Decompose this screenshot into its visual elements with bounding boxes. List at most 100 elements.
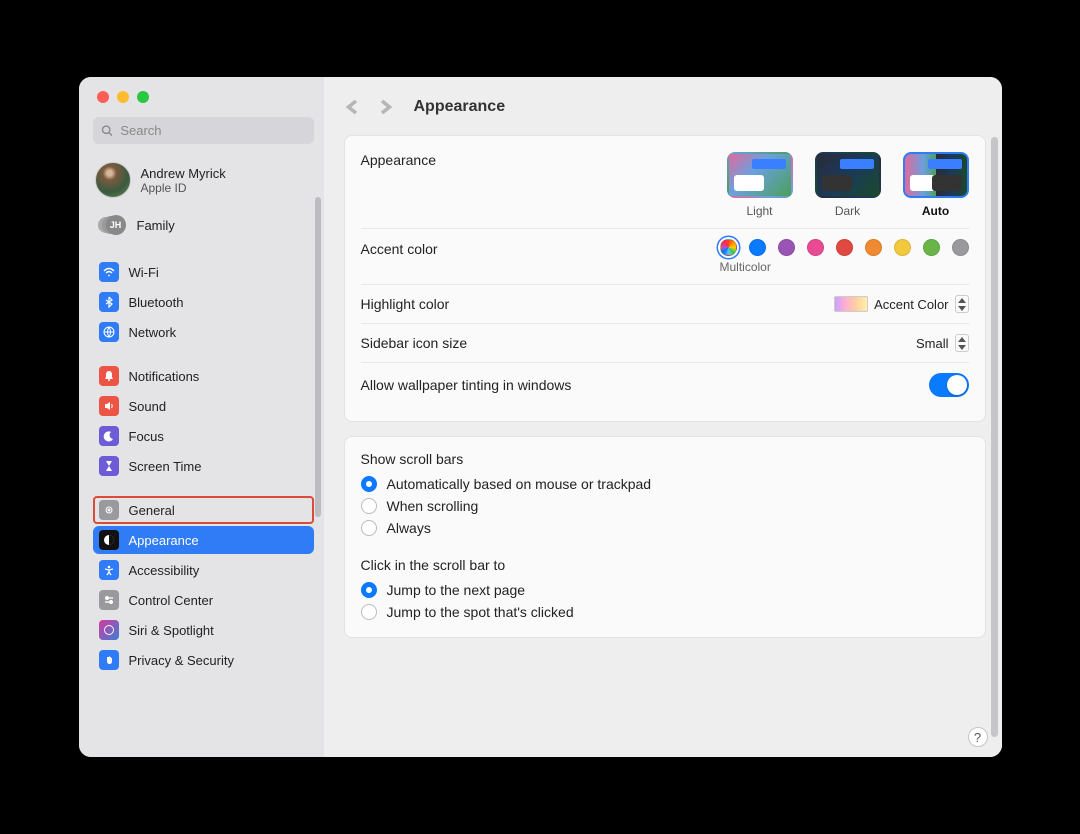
siri-icon	[99, 620, 119, 640]
wifi-icon	[99, 262, 119, 282]
stepper-icon	[955, 295, 969, 313]
main-scrollbar[interactable]	[991, 137, 998, 737]
family-row[interactable]: JH Family	[93, 210, 314, 240]
page-title: Appearance	[414, 98, 506, 116]
scroll-opt-auto[interactable]: Automatically based on mouse or trackpad	[361, 473, 969, 495]
theme-options: Light Dark Auto	[727, 152, 969, 218]
sidebar-item-appearance[interactable]: Appearance	[93, 526, 314, 554]
sidebar-icon-label: Sidebar icon size	[361, 335, 468, 351]
minimize-window-button[interactable]	[117, 91, 129, 103]
radio-icon	[361, 520, 377, 536]
sidebar-scrollbar[interactable]	[315, 197, 321, 517]
sidebar-item-sound[interactable]: Sound	[93, 392, 314, 420]
accent-green[interactable]	[923, 239, 940, 256]
sidebar-item-focus[interactable]: Focus	[93, 422, 314, 450]
sidebar-item-label: Accessibility	[129, 563, 200, 578]
accent-purple[interactable]	[778, 239, 795, 256]
sidebar-item-privacy[interactable]: Privacy & Security	[93, 646, 314, 674]
sidebar-item-label: Notifications	[129, 369, 200, 384]
sidebar-item-label: Siri & Spotlight	[129, 623, 214, 638]
sidebar: Andrew Myrick Apple ID JH Family Wi-Fi B…	[79, 77, 324, 757]
help-button[interactable]: ?	[968, 727, 988, 747]
window-controls	[93, 91, 314, 103]
accent-orange[interactable]	[865, 239, 882, 256]
click-opt-spot[interactable]: Jump to the spot that's clicked	[361, 601, 969, 623]
accent-swatches	[720, 239, 969, 256]
sidebar-item-accessibility[interactable]: Accessibility	[93, 556, 314, 584]
accent-blue[interactable]	[749, 239, 766, 256]
sidebar-item-label: Privacy & Security	[129, 653, 234, 668]
tinting-label: Allow wallpaper tinting in windows	[361, 377, 572, 393]
sidebar-item-wifi[interactable]: Wi-Fi	[93, 258, 314, 286]
accent-pink[interactable]	[807, 239, 824, 256]
highlight-select[interactable]: Accent Color	[834, 295, 968, 313]
appearance-icon	[99, 530, 119, 550]
user-avatar	[95, 162, 131, 198]
zoom-window-button[interactable]	[137, 91, 149, 103]
sidebar-item-bluetooth[interactable]: Bluetooth	[93, 288, 314, 316]
theme-auto[interactable]: Auto	[903, 152, 969, 218]
appearance-label: Appearance	[361, 152, 437, 168]
moon-icon	[99, 426, 119, 446]
search-input[interactable]	[118, 122, 305, 139]
forward-button[interactable]	[376, 98, 394, 116]
accent-multicolor[interactable]	[720, 239, 737, 256]
scroll-panel: Show scroll bars Automatically based on …	[344, 436, 986, 638]
gear-icon	[99, 500, 119, 520]
sidebar-item-label: Bluetooth	[129, 295, 184, 310]
sidebar-item-notifications[interactable]: Notifications	[93, 362, 314, 390]
radio-icon	[361, 582, 377, 598]
sidebar-item-control-center[interactable]: Control Center	[93, 586, 314, 614]
network-icon	[99, 322, 119, 342]
sidebar-item-siri[interactable]: Siri & Spotlight	[93, 616, 314, 644]
theme-light[interactable]: Light	[727, 152, 793, 218]
sidebar-item-label: General	[129, 503, 175, 518]
scroll-opt-always[interactable]: Always	[361, 517, 969, 539]
sidebar-item-label: Control Center	[129, 593, 214, 608]
radio-icon	[361, 476, 377, 492]
sidebar-item-screentime[interactable]: Screen Time	[93, 452, 314, 480]
appearance-panel: Appearance Light Dark Auto	[344, 135, 986, 422]
sidebar-item-label: Appearance	[129, 533, 199, 548]
titlebar: Appearance	[344, 87, 986, 127]
stepper-icon	[955, 334, 969, 352]
theme-light-thumb	[727, 152, 793, 198]
accent-graphite[interactable]	[952, 239, 969, 256]
main-content: Appearance Appearance Light Dark	[324, 77, 1002, 757]
accent-red[interactable]	[836, 239, 853, 256]
back-button[interactable]	[344, 98, 362, 116]
accent-yellow[interactable]	[894, 239, 911, 256]
tinting-toggle[interactable]	[929, 373, 969, 397]
sidebar-item-general[interactable]: General	[93, 496, 314, 524]
accessibility-icon	[99, 560, 119, 580]
bluetooth-icon	[99, 292, 119, 312]
close-window-button[interactable]	[97, 91, 109, 103]
apple-id-row[interactable]: Andrew Myrick Apple ID	[93, 158, 314, 202]
radio-icon	[361, 498, 377, 514]
theme-auto-thumb	[903, 152, 969, 198]
accent-label: Accent color	[361, 239, 438, 257]
user-sub: Apple ID	[141, 181, 226, 195]
hand-icon	[99, 650, 119, 670]
sidebar-item-network[interactable]: Network	[93, 318, 314, 346]
bell-icon	[99, 366, 119, 386]
scroll-opt-scrolling[interactable]: When scrolling	[361, 495, 969, 517]
sidebar-item-label: Focus	[129, 429, 164, 444]
sidebar-item-label: Sound	[129, 399, 167, 414]
click-opt-next[interactable]: Jump to the next page	[361, 579, 969, 601]
user-name: Andrew Myrick	[141, 166, 226, 181]
search-field[interactable]	[93, 117, 314, 144]
family-label: Family	[137, 218, 175, 233]
highlight-label: Highlight color	[361, 296, 450, 312]
accent-selected-label: Multicolor	[720, 260, 771, 274]
theme-dark[interactable]: Dark	[815, 152, 881, 218]
radio-icon	[361, 604, 377, 620]
speaker-icon	[99, 396, 119, 416]
settings-window: Andrew Myrick Apple ID JH Family Wi-Fi B…	[79, 77, 1002, 757]
family-icon: JH	[95, 214, 127, 236]
sidebar-item-label: Network	[129, 325, 177, 340]
sidebar-item-label: Screen Time	[129, 459, 202, 474]
click-scroll-label: Click in the scroll bar to	[361, 557, 969, 573]
theme-dark-thumb	[815, 152, 881, 198]
sidebar-icon-select[interactable]: Small	[916, 334, 969, 352]
